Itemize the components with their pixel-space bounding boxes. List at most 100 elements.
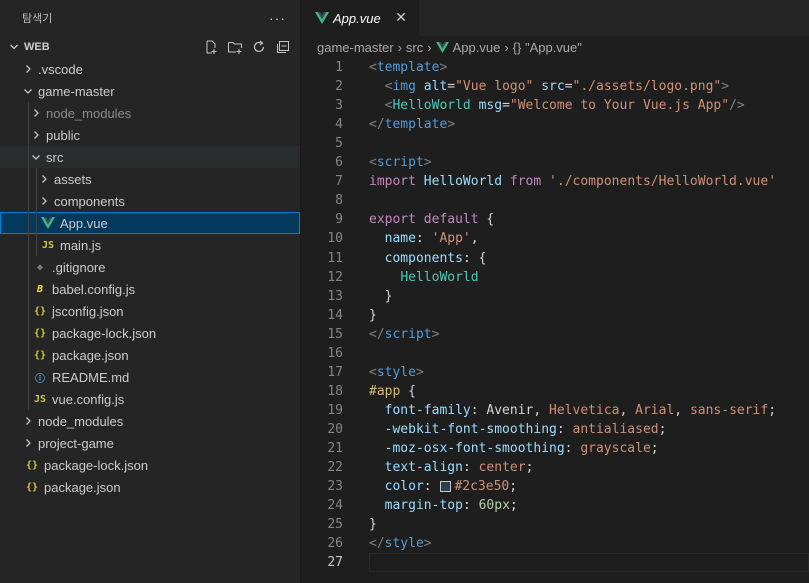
tree-item-label: src [46, 149, 64, 165]
line-number: 19 [327, 402, 343, 418]
tab-app-vue[interactable]: App.vue ✕ [301, 0, 419, 36]
breadcrumb-game-master[interactable]: game-master [317, 40, 394, 55]
tree-item[interactable]: {} jsconfig.json [0, 300, 300, 322]
tree-item[interactable]: {} package-lock.json [0, 322, 300, 344]
tree-item[interactable]: App.vue [0, 212, 300, 234]
line-number: 2 [335, 79, 343, 95]
workspace-actions [202, 38, 292, 56]
code-token: : [556, 421, 573, 437]
tree-item[interactable]: node_modules [0, 410, 300, 432]
new-file-icon[interactable] [202, 38, 220, 56]
line-number: 5 [335, 136, 343, 152]
code-line: 10 name: 'App', [301, 229, 809, 248]
code-text: } [369, 517, 377, 532]
code-token: msg [478, 98, 503, 114]
line-number: 11 [327, 250, 343, 266]
line-number: 15 [327, 326, 343, 342]
code-line: 7 import HelloWorld from './components/He… [301, 172, 809, 191]
more-actions-icon[interactable]: ··· [269, 10, 286, 26]
code-token: HelloWorld [400, 269, 479, 285]
tree-item[interactable]: {} package.json [0, 476, 300, 498]
breadcrumb-separator-icon: › [397, 39, 402, 55]
code-line: 24 margin-top: 60px; [301, 496, 809, 515]
code-line: 2 <img alt="Vue logo" src="./assets/logo… [301, 77, 809, 96]
tree-item[interactable]: {} package-lock.json [0, 454, 300, 476]
code-token: </ [369, 117, 385, 133]
code-token: = [564, 79, 573, 95]
code-text: -moz-osx-font-smoothing: grayscale; [369, 441, 659, 456]
code-line: 6 <script> [301, 153, 809, 172]
code-line: 13 } [301, 287, 809, 306]
line-number: 10 [327, 231, 343, 247]
code-text: <style> [369, 365, 424, 380]
tree-item-label: babel.config.js [52, 281, 136, 297]
code-token: script [376, 155, 424, 171]
indent-guide [28, 168, 29, 190]
code-text: } [369, 308, 377, 323]
color-swatch-icon[interactable] [440, 481, 452, 493]
code-text: name: 'App', [369, 231, 479, 246]
tree-item[interactable]: ⓘ README.md [0, 366, 300, 388]
tree-item[interactable]: game-master [0, 80, 300, 102]
code-token: "./assets/logo.png" [572, 79, 722, 95]
tree-item[interactable]: node_modules [0, 102, 300, 124]
code-token: from [509, 174, 542, 190]
code-token: import [369, 174, 416, 190]
code-line: 25} [301, 515, 809, 534]
tree-item[interactable]: ◆ .gitignore [0, 256, 300, 278]
tree-item-label: node_modules [38, 413, 124, 429]
code-token: components [384, 250, 463, 266]
tree-item-label: package-lock.json [44, 457, 149, 473]
tree-item[interactable]: public [0, 124, 300, 146]
code-line: 14} [301, 306, 809, 325]
code-token: : Avenir, [470, 402, 550, 418]
code-token: ; [525, 460, 534, 476]
code-token: </ [369, 536, 385, 552]
code-token: sans-serif [689, 402, 769, 418]
vue-icon [435, 41, 449, 53]
new-folder-icon[interactable] [226, 38, 244, 56]
chevron-down-icon [28, 152, 44, 162]
tree-item[interactable]: .vscode [0, 58, 300, 80]
vue-icon [40, 215, 56, 231]
code-token: , [674, 402, 690, 418]
indent-guide [28, 124, 29, 146]
babel-file-icon: B [36, 283, 44, 295]
indent-guide [28, 366, 29, 388]
info-file-icon: ⓘ [35, 373, 45, 385]
code-text: HelloWorld [369, 269, 479, 285]
breadcrumb-src[interactable]: src [406, 40, 423, 55]
breadcrumb-file[interactable]: App.vue [435, 40, 500, 55]
tree-item[interactable]: src [0, 146, 300, 168]
code-text: } [369, 289, 393, 304]
tree-item[interactable]: JS main.js [0, 234, 300, 256]
tree-item[interactable]: project-game [0, 432, 300, 454]
code-text: components: { [369, 250, 487, 266]
tree-item[interactable]: Bbabel.config.js [0, 278, 300, 300]
collapse-all-icon[interactable] [274, 38, 292, 56]
code-token: grayscale [580, 441, 651, 456]
tree-item[interactable]: JS vue.config.js [0, 388, 300, 410]
code-line: 26 </style> [301, 534, 809, 553]
code-token: < [369, 60, 377, 75]
indent-guide [28, 344, 29, 366]
close-icon[interactable]: ✕ [393, 9, 409, 25]
code-line: 8 [301, 191, 809, 210]
tree-item[interactable]: assets [0, 168, 300, 190]
refresh-icon[interactable] [250, 38, 268, 56]
code-line: 4 </template> [301, 115, 809, 134]
breadcrumb-symbol[interactable]: {} "App.vue" [513, 40, 582, 55]
code-token: : [423, 479, 440, 495]
code-token: 'App' [431, 231, 471, 247]
workspace-header[interactable]: WEB [0, 36, 300, 58]
code-token: alt [423, 79, 448, 95]
tree-item[interactable]: {} package.json [0, 344, 300, 366]
line-number: 22 [327, 460, 343, 476]
code-line: 27 [301, 553, 809, 573]
tree-item[interactable]: components [0, 190, 300, 212]
code-line: 16 [301, 344, 809, 363]
code-token: HelloWorld [423, 174, 503, 190]
